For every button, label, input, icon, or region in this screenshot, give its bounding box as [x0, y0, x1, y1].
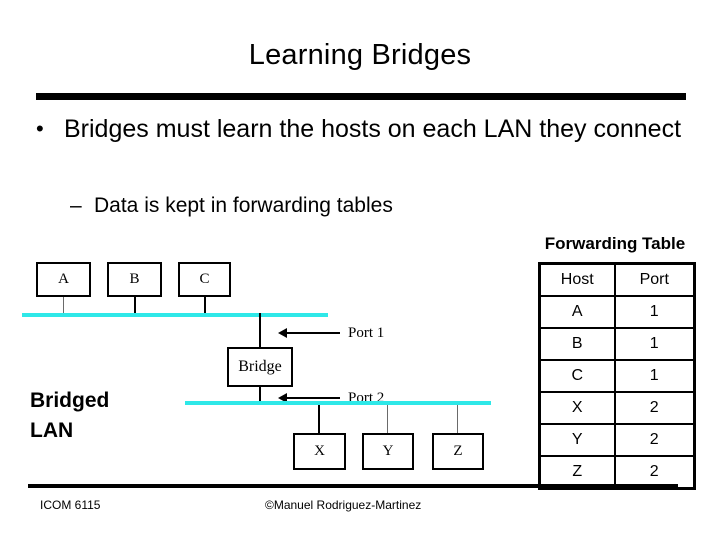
footer-course-code: ICOM 6115: [40, 498, 101, 512]
table-row: C 1: [538, 359, 696, 393]
dash-glyph-icon: –: [70, 194, 82, 217]
cell-host: C: [538, 359, 616, 393]
host-node-z: Z: [432, 433, 484, 470]
port1-arrow-shaft-icon: [286, 332, 340, 334]
bridged-lan-caption-line2: LAN: [30, 419, 74, 442]
host-node-x: X: [293, 433, 346, 470]
cell-port: 2: [613, 423, 696, 457]
host-node-b: B: [107, 262, 162, 297]
footer-divider: [28, 484, 678, 488]
column-header-port: Port: [613, 262, 696, 297]
host-node-b-label: B: [129, 271, 140, 287]
link-bridge-port2: [259, 387, 261, 402]
footer-copyright: ©Manuel Rodriguez-Martinez: [265, 498, 422, 512]
port2-arrow-shaft-icon: [286, 397, 340, 399]
lan-segment-lower: [185, 401, 491, 405]
host-node-c: C: [178, 262, 231, 297]
title-divider: [36, 93, 686, 100]
link-bridge-port1: [259, 313, 261, 348]
lan-segment-upper: [22, 313, 328, 317]
table-row: A 1: [538, 295, 696, 329]
host-node-a-label: A: [58, 271, 69, 287]
link-y-to-lan: [387, 405, 388, 433]
port1-label: Port 1: [348, 325, 385, 341]
cell-host: A: [538, 295, 616, 329]
cell-port: 1: [613, 295, 696, 329]
cell-port: 2: [613, 391, 696, 425]
cell-host: X: [538, 391, 616, 425]
host-node-x-label: X: [314, 443, 325, 459]
host-node-y: Y: [362, 433, 414, 470]
host-node-z-label: Z: [453, 443, 463, 459]
bullet-text: Bridges must learn the hosts on each LAN…: [64, 115, 682, 143]
link-b-to-lan: [134, 297, 136, 314]
bullet-item: • Bridges must learn the hosts on each L…: [28, 112, 694, 146]
bridged-lan-caption: Bridged LAN: [30, 386, 190, 446]
bullet-glyph-icon: •: [36, 116, 44, 141]
host-node-a: A: [36, 262, 91, 297]
link-z-to-lan: [457, 405, 458, 433]
link-x-to-lan: [318, 405, 320, 433]
page-title: Learning Bridges: [248, 39, 472, 71]
table-row: Y 2: [538, 423, 696, 457]
sub-bullet-text: Data is kept in forwarding tables: [94, 194, 393, 217]
cell-port: 1: [613, 327, 696, 361]
bridged-lan-diagram: A B C Port 1 Bridge Port 2 X Y Z: [0, 250, 520, 485]
bridged-lan-caption-line1: Bridged: [30, 389, 110, 412]
host-node-y-label: Y: [382, 443, 394, 459]
bridge-node-label: Bridge: [238, 358, 282, 375]
forwarding-table-title: Forwarding Table: [544, 234, 686, 253]
table-header-row: Host Port: [538, 262, 696, 297]
link-c-to-lan: [204, 297, 206, 314]
link-a-to-lan: [63, 297, 64, 314]
sub-bullet-item: – Data is kept in forwarding tables: [70, 192, 670, 220]
forwarding-table: Host Port A 1 B 1 C 1 X 2 Y 2 Z 2: [538, 262, 696, 490]
bridge-node: Bridge: [227, 347, 293, 387]
table-row: B 1: [538, 327, 696, 361]
column-header-host: Host: [538, 262, 616, 297]
table-row: X 2: [538, 391, 696, 425]
cell-port: 1: [613, 359, 696, 393]
host-node-c-label: C: [199, 271, 210, 287]
cell-host: Y: [538, 423, 616, 457]
cell-host: B: [538, 327, 616, 361]
